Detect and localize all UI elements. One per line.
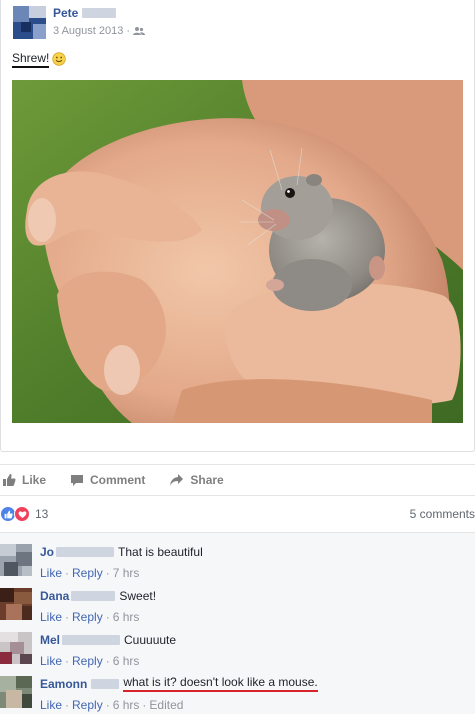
post-header: Pete 3 August 2013 ·: [12, 5, 462, 39]
commenter-avatar[interactable]: [0, 588, 32, 620]
friends-icon[interactable]: [133, 26, 146, 36]
comment-body: Dana Sweet! Like · Reply · 6 hrs: [40, 588, 157, 625]
comment-icon: [71, 475, 84, 486]
comments-count[interactable]: 5 comments: [410, 507, 475, 521]
comment-item: Mel Cuuuuute Like · Reply · 6 hrs: [0, 622, 475, 668]
comment-body: Eamonn what is it? doesn't look like a m…: [40, 675, 318, 712]
comment-body: Jo That is beautiful Like · Reply · 7 hr…: [40, 544, 203, 581]
comment-body: Mel Cuuuuute Like · Reply · 6 hrs: [40, 632, 177, 669]
post-action-bar: Like Comment Share: [0, 464, 475, 496]
like-button[interactable]: Like: [2, 473, 46, 487]
thumbs-up-icon: [3, 474, 16, 486]
post-meta: 3 August 2013 ·: [53, 24, 146, 38]
comment-text: what is it? doesn't look like a mouse.: [123, 675, 318, 692]
redacted-surname: [56, 546, 115, 557]
author-avatar[interactable]: [13, 6, 46, 39]
love-reaction-icon[interactable]: [14, 506, 30, 522]
comment-button[interactable]: Comment: [70, 473, 145, 487]
redacted-surname: [91, 678, 120, 689]
commenter-avatar[interactable]: [0, 676, 32, 708]
comment-text: Cuuuuute: [124, 632, 177, 647]
comment-item: Jo That is beautiful Like · Reply · 7 hr…: [0, 534, 475, 580]
comment-time[interactable]: 6 hrs: [113, 698, 140, 712]
commenter-avatar[interactable]: [0, 544, 32, 576]
redacted-surname: [71, 590, 116, 601]
comment-reply-link[interactable]: Reply: [72, 698, 103, 712]
post-photo[interactable]: [12, 80, 463, 423]
comment-text: Sweet!: [119, 588, 157, 603]
share-button[interactable]: Share: [169, 473, 224, 487]
comment-label: Comment: [90, 473, 146, 487]
author-name[interactable]: Pete: [53, 6, 78, 20]
commenter-name[interactable]: Mel: [40, 633, 60, 647]
reactions-row: 13 5 comments: [0, 503, 475, 525]
share-arrow-icon: [170, 474, 184, 486]
redacted-surname: [82, 8, 117, 18]
commenter-name[interactable]: Jo: [40, 545, 54, 559]
redacted-surname: [62, 634, 121, 645]
commenter-name[interactable]: Eamonn: [40, 677, 87, 691]
like-label: Like: [22, 473, 47, 487]
share-label: Share: [190, 473, 224, 487]
comment-item: Dana Sweet! Like · Reply · 6 hrs: [0, 578, 475, 624]
post-date[interactable]: 3 August 2013: [53, 25, 123, 37]
caption-text: Shrew!: [12, 51, 50, 68]
post-caption: Shrew!: [12, 51, 67, 68]
author-row: Pete: [53, 6, 117, 20]
comment-item: Eamonn what is it? doesn't look like a m…: [0, 666, 475, 712]
comment-edited-label[interactable]: Edited: [149, 698, 183, 712]
smiley-icon: [52, 52, 67, 66]
commenter-avatar[interactable]: [0, 632, 32, 664]
commenter-name[interactable]: Dana: [40, 589, 69, 603]
comment-like-link[interactable]: Like: [40, 698, 62, 712]
comment-text: That is beautiful: [118, 544, 203, 559]
reaction-count[interactable]: 13: [35, 507, 48, 521]
comments-section: Jo That is beautiful Like · Reply · 7 hr…: [0, 532, 475, 714]
